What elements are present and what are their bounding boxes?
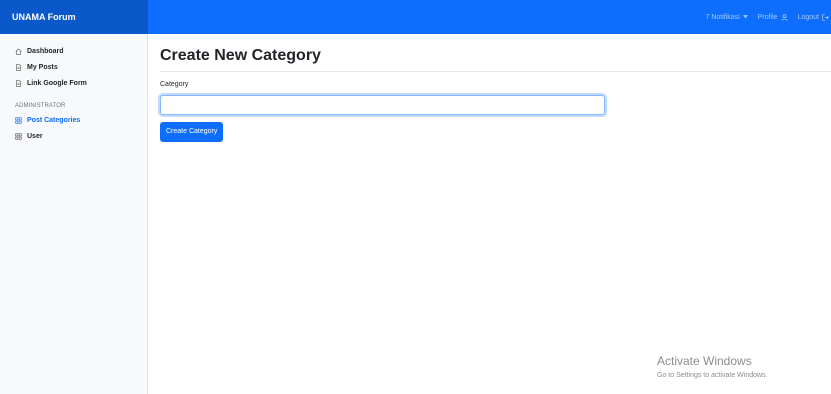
create-category-button[interactable]: Create Category [160, 122, 224, 142]
sidebar-item-label: Post Categories [27, 116, 81, 124]
profile-link[interactable]: Profile [758, 14, 788, 21]
file-icon [16, 79, 21, 87]
divider [160, 71, 831, 72]
sidebar-item-my-posts[interactable]: My Posts [0, 59, 147, 75]
brand-logo[interactable]: UNAMA Forum [0, 0, 148, 34]
category-input[interactable] [160, 95, 605, 115]
caret-down-icon [742, 15, 748, 19]
home-icon [15, 48, 22, 55]
watermark-title: Activate Windows [657, 354, 752, 368]
page-title: Create New Category [160, 47, 321, 64]
grid-icon [15, 116, 22, 124]
profile-label: Profile [757, 13, 778, 21]
sidebar-item-google-form[interactable]: Link Google Form [0, 75, 147, 91]
logout-label: Logout [797, 13, 819, 21]
sidebar-item-label: Link Google Form [27, 79, 87, 87]
sidebar-heading-administrator: ADMINISTRATOR [15, 103, 66, 109]
notifications-label: 7 Notifikasi [705, 13, 740, 21]
main-content: Create New Category Category Create Cate… [160, 34, 831, 142]
file-icon [16, 63, 21, 71]
sidebar-item-post-categories[interactable]: Post Categories [0, 112, 147, 128]
grid-icon [15, 132, 22, 140]
sidebar-item-label: My Posts [27, 63, 58, 71]
activate-windows-watermark: Activate Windows Go to Settings to activ… [657, 354, 768, 381]
sidebar: Dashboard My Posts Link Google Form ADMI… [0, 34, 148, 394]
logout-icon [822, 13, 829, 21]
sidebar-item-user[interactable]: User [0, 128, 147, 144]
top-navbar: UNAMA Forum 7 Notifikasi Profile Logout [0, 0, 831, 34]
person-icon [780, 13, 788, 21]
sidebar-item-dashboard[interactable]: Dashboard [0, 43, 147, 59]
category-label: Category [160, 81, 189, 88]
sidebar-item-label: User [27, 132, 43, 140]
logout-link[interactable]: Logout [798, 14, 829, 21]
notifications-dropdown[interactable]: 7 Notifikasi [706, 14, 748, 21]
sidebar-item-label: Dashboard [27, 47, 64, 55]
top-nav: 7 Notifikasi Profile Logout [706, 14, 831, 21]
watermark-subtitle: Go to Settings to activate Windows. [657, 372, 768, 379]
